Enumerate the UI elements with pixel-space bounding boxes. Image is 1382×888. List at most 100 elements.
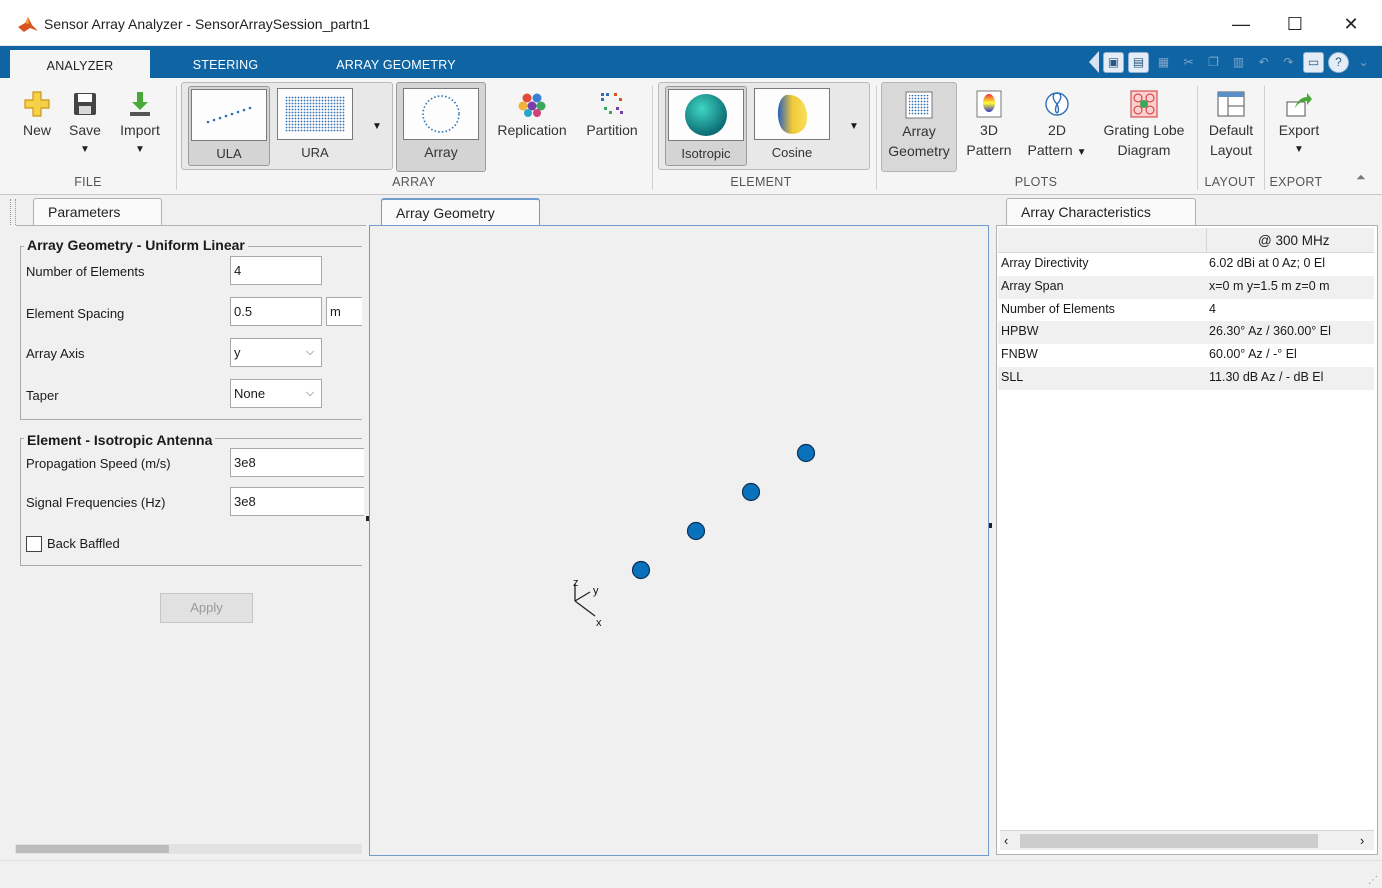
maximize-button[interactable]: ☐ bbox=[1267, 6, 1323, 42]
scrollbar-thumb[interactable] bbox=[16, 845, 169, 853]
array-button[interactable]: Array bbox=[396, 82, 486, 172]
y-axis-line bbox=[574, 591, 591, 602]
status-bar: ⋰ bbox=[0, 860, 1382, 888]
cut-icon[interactable]: ✂ bbox=[1178, 52, 1199, 73]
close-button[interactable]: ✕ bbox=[1323, 6, 1379, 42]
array-geometry-plot-button[interactable]: Array Geometry bbox=[881, 82, 957, 172]
taper-label: Taper bbox=[26, 388, 59, 403]
tab-analyzer[interactable]: ANALYZER bbox=[10, 48, 150, 78]
layout-icon[interactable]: ▭ bbox=[1303, 51, 1324, 73]
help-icon[interactable]: ? bbox=[1328, 51, 1349, 73]
horizontal-scrollbar[interactable] bbox=[15, 844, 362, 854]
2d-pattern-label-2: Pattern bbox=[1027, 142, 1073, 158]
row-value: 6.02 dBi at 0 Az; 0 El bbox=[1209, 256, 1326, 270]
isotropic-option[interactable]: Isotropic bbox=[665, 86, 747, 166]
cosine-thumbnail bbox=[754, 88, 830, 140]
element-spacing-label: Element Spacing bbox=[26, 306, 125, 321]
tab-array-geometry[interactable]: ARRAY GEOMETRY bbox=[320, 52, 472, 78]
propagation-speed-input[interactable]: 3e8 bbox=[230, 448, 364, 477]
2d-pattern-icon bbox=[1045, 92, 1069, 116]
collapse-ribbon-icon[interactable]: ⌄ bbox=[1353, 52, 1374, 73]
cosine-option[interactable]: Cosine bbox=[751, 86, 833, 166]
resize-grip-icon[interactable]: ⋰ bbox=[1368, 875, 1378, 886]
scrollbar-thumb[interactable] bbox=[1020, 834, 1318, 848]
array-element-marker bbox=[631, 560, 651, 580]
dock-icon[interactable]: ▣ bbox=[1103, 51, 1124, 73]
ula-option[interactable]: ULA bbox=[188, 86, 270, 166]
array-element-marker bbox=[686, 521, 706, 541]
3d-pattern-button[interactable]: 3D Pattern bbox=[962, 88, 1016, 160]
row-value: x=0 m y=1.5 m z=0 m bbox=[1209, 278, 1330, 293]
array-gallery-more-icon[interactable]: ▼ bbox=[362, 83, 392, 169]
array-axis-value: y bbox=[234, 345, 241, 360]
array-label: Array bbox=[424, 144, 458, 160]
ribbon-tab-strip: ANALYZER STEERING ARRAY GEOMETRY ▣ ▤ ▦ ✂… bbox=[0, 46, 1382, 78]
parameters-panel: Parameters Array Geometry - Uniform Line… bbox=[0, 196, 366, 860]
2d-pattern-dropdown-icon[interactable]: ▼ bbox=[1077, 147, 1087, 158]
grating-lobe-diagram-button[interactable]: Grating Lobe Diagram bbox=[1096, 88, 1192, 160]
spacing-unit-select[interactable]: m bbox=[326, 297, 362, 326]
partition-button[interactable]: Partition bbox=[580, 88, 644, 140]
replication-button[interactable]: Replication bbox=[494, 88, 570, 140]
save-icon[interactable]: ▦ bbox=[1153, 52, 1174, 73]
export-dropdown-icon[interactable]: ▼ bbox=[1270, 140, 1328, 160]
tab-array-characteristics[interactable]: Array Characteristics bbox=[1006, 198, 1196, 226]
default-layout-button[interactable]: Default Layout bbox=[1202, 88, 1260, 160]
copy-icon[interactable]: ❐ bbox=[1203, 52, 1224, 73]
panel-grip-icon[interactable] bbox=[10, 199, 16, 225]
new-button[interactable]: New bbox=[14, 88, 60, 140]
geometry-canvas[interactable]: z y x bbox=[369, 225, 989, 856]
tab-array-geometry-view[interactable]: Array Geometry bbox=[381, 198, 540, 226]
characteristics-scrollbar[interactable]: ‹ › bbox=[1000, 830, 1374, 850]
scroll-left-icon[interactable]: ‹ bbox=[1004, 833, 1008, 848]
array-gallery: ULA URA ▼ bbox=[181, 82, 393, 170]
save-dropdown-icon[interactable]: ▼ bbox=[64, 140, 106, 160]
partition-icon bbox=[601, 93, 623, 114]
ula-label: ULA bbox=[216, 146, 242, 161]
undo-icon[interactable]: ↶ bbox=[1253, 52, 1274, 73]
quick-access-toolbar: ▣ ▤ ▦ ✂ ❐ ▥ ↶ ↷ ▭ ? ⌄ bbox=[1089, 51, 1374, 73]
minimize-button[interactable]: — bbox=[1213, 6, 1269, 42]
row-key: SLL bbox=[1001, 369, 1024, 384]
file-group-label: FILE bbox=[74, 175, 102, 189]
array-axis-label: Array Axis bbox=[26, 346, 85, 361]
import-dropdown-icon[interactable]: ▼ bbox=[112, 140, 168, 160]
ura-label: URA bbox=[301, 145, 329, 160]
array-axis-select[interactable]: y ⌵ bbox=[230, 338, 322, 367]
paste-icon[interactable]: ▥ bbox=[1228, 52, 1249, 73]
apply-button[interactable]: Apply bbox=[160, 593, 253, 623]
propagation-speed-label: Propagation Speed (m/s) bbox=[26, 456, 171, 471]
signal-frequencies-input[interactable]: 3e8 bbox=[230, 487, 364, 516]
layout-group-label: LAYOUT bbox=[1204, 175, 1256, 189]
tab-parameters[interactable]: Parameters bbox=[33, 198, 162, 226]
y-axis-label: y bbox=[593, 585, 599, 597]
quick-access-arrow bbox=[1089, 51, 1099, 73]
row-key: FNBW bbox=[1001, 347, 1038, 362]
save-button[interactable]: Save ▼ bbox=[64, 88, 106, 160]
scroll-right-icon[interactable]: › bbox=[1360, 833, 1364, 848]
minimize-ribbon-icon[interactable]: ⏶ bbox=[1356, 170, 1366, 185]
ura-option[interactable]: URA bbox=[274, 86, 356, 166]
isotropic-sphere-icon bbox=[685, 94, 727, 136]
2d-pattern-button[interactable]: 2D Pattern ▼ bbox=[1022, 88, 1092, 163]
x-axis-label: x bbox=[596, 617, 602, 629]
new-plus-icon bbox=[24, 91, 50, 117]
tab-steering[interactable]: STEERING bbox=[168, 52, 283, 78]
row-value: 60.00° Az / -° El bbox=[1209, 347, 1297, 362]
undock-icon[interactable]: ▤ bbox=[1128, 51, 1149, 73]
export-button[interactable]: Export ▼ bbox=[1270, 88, 1328, 160]
ura-grid-icon bbox=[285, 96, 345, 132]
column-divider bbox=[1206, 228, 1207, 253]
matlab-logo-icon bbox=[18, 17, 38, 32]
element-spacing-input[interactable]: 0.5 bbox=[230, 297, 322, 326]
taper-value: None bbox=[234, 386, 266, 401]
import-button[interactable]: Import ▼ bbox=[112, 88, 168, 160]
element-gallery-more-icon[interactable]: ▼ bbox=[839, 83, 869, 169]
frequency-header: @ 300 MHz bbox=[1258, 233, 1330, 248]
redo-icon[interactable]: ↷ bbox=[1278, 52, 1299, 73]
window-title: Sensor Array Analyzer - SensorArraySessi… bbox=[44, 16, 371, 32]
taper-select[interactable]: None ⌵ bbox=[230, 379, 322, 408]
back-baffled-checkbox[interactable] bbox=[26, 536, 42, 552]
ula-dots-icon bbox=[206, 106, 252, 124]
num-elements-input[interactable]: 4 bbox=[230, 256, 322, 285]
